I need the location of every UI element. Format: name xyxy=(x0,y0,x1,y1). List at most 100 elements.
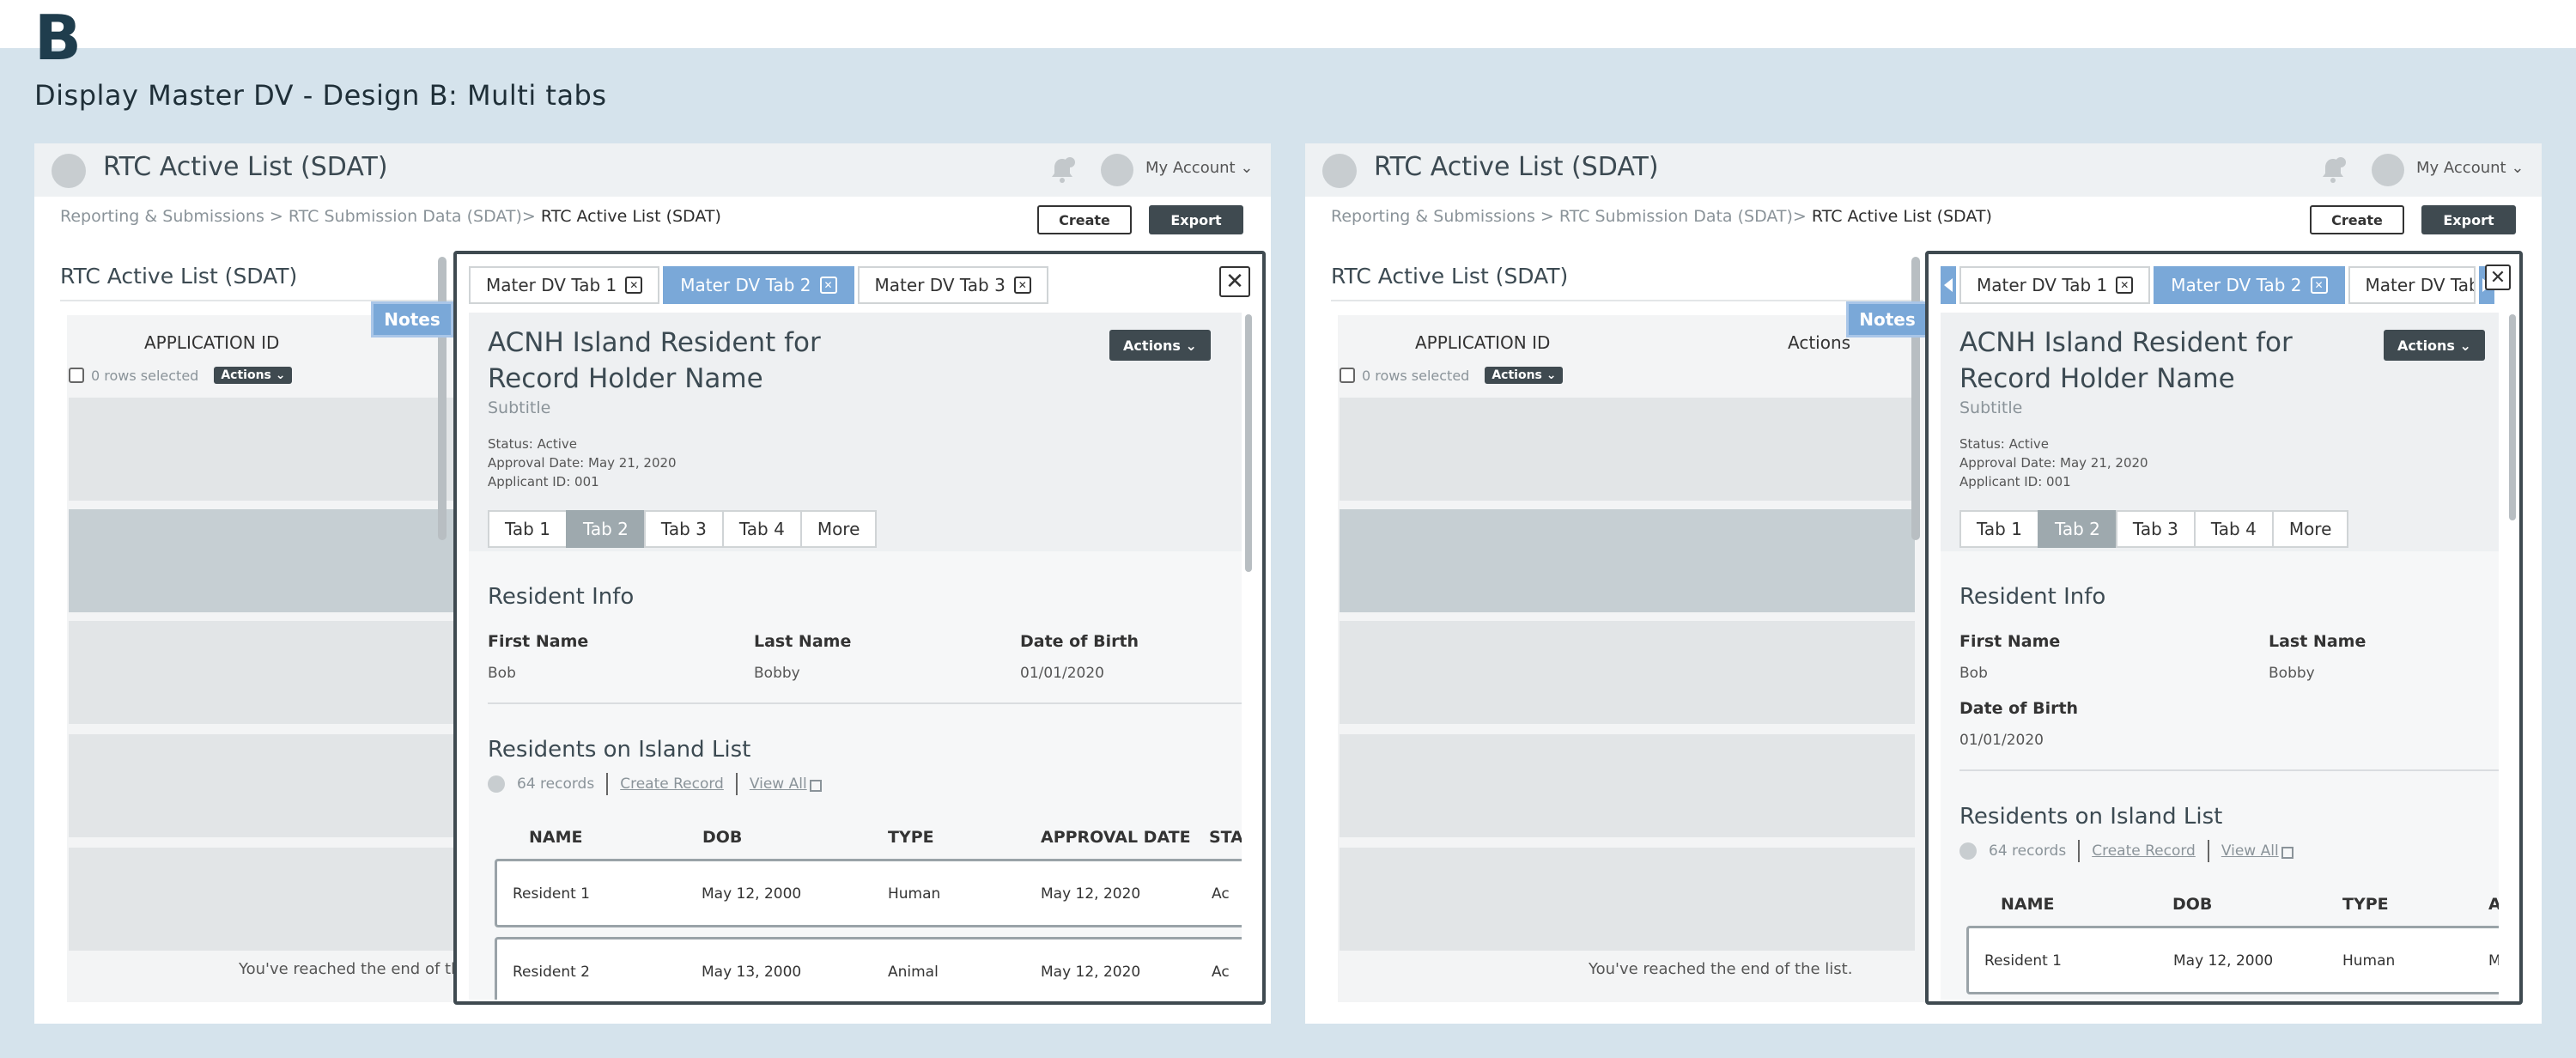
residents-list-title: Residents on Island List xyxy=(1959,804,2223,830)
app-title: RTC Active List (SDAT) xyxy=(103,152,388,182)
dv-scrollbar[interactable] xyxy=(1245,314,1252,572)
cell-name: Resident 1 xyxy=(513,885,590,903)
dv-tab-3[interactable]: Mater DV Tab 3 ✕ xyxy=(857,266,1048,304)
bulk-actions-button[interactable]: Actions ⌄ xyxy=(214,367,293,384)
breadcrumb-path[interactable]: Reporting & Submissions > RTC Submission… xyxy=(60,207,536,226)
dv-header: ACNH Island Resident for Record Holder N… xyxy=(1941,313,2499,551)
select-all-checkbox[interactable] xyxy=(69,368,84,383)
create-record-link[interactable]: Create Record xyxy=(620,775,724,793)
dv-tab-2[interactable]: Mater DV Tab 2 ✕ xyxy=(663,266,854,304)
avatar[interactable] xyxy=(2372,154,2404,186)
close-dv-button[interactable]: ✕ xyxy=(2485,264,2511,290)
notes-tab[interactable]: Notes xyxy=(1846,301,1929,337)
dv-actions-button[interactable]: Actions ⌄ xyxy=(2384,330,2485,361)
column-name[interactable]: NAME xyxy=(529,828,583,847)
view-all-link[interactable]: View All xyxy=(750,775,807,793)
my-account-menu[interactable]: My Account ⌄ xyxy=(1145,159,1253,177)
list-item[interactable] xyxy=(69,848,464,951)
column-actions[interactable]: Actions xyxy=(1788,332,1850,353)
subtab-2[interactable]: Tab 2 xyxy=(565,510,646,548)
dv-tab-1[interactable]: Mater DV Tab 1 ✕ xyxy=(1959,266,2151,304)
dob-value: 01/01/2020 xyxy=(1020,665,1104,682)
tab-scroll-left[interactable] xyxy=(1941,266,1956,304)
close-icon[interactable]: ✕ xyxy=(2310,277,2328,294)
subtab-more[interactable]: More xyxy=(799,510,878,548)
create-button[interactable]: Create xyxy=(2310,205,2404,234)
close-dv-button[interactable]: ✕ xyxy=(1219,266,1250,297)
app-header: RTC Active List (SDAT) My Account ⌄ xyxy=(1305,143,2542,197)
subtab-4[interactable]: Tab 4 xyxy=(2193,510,2274,548)
list-title: RTC Active List (SDAT) xyxy=(60,264,298,289)
close-icon[interactable]: ✕ xyxy=(819,277,837,294)
list-item[interactable] xyxy=(69,734,464,837)
dv-tab-bar: Mater DV Tab 1 ✕ Mater DV Tab 2 ✕ Mater DV… xyxy=(1941,266,2494,304)
my-account-label: My Account xyxy=(2416,159,2506,177)
list-item[interactable] xyxy=(1340,398,1915,501)
list-scrollbar[interactable] xyxy=(1911,257,1920,540)
breadcrumb-path[interactable]: Reporting & Submissions > RTC Submission… xyxy=(1331,207,1807,226)
view-all-link[interactable]: View All xyxy=(2221,842,2279,860)
list-item[interactable] xyxy=(1340,621,1915,724)
avatar[interactable] xyxy=(1101,154,1133,186)
dv-scrollbar[interactable] xyxy=(2509,314,2516,520)
table-row[interactable]: Resident 1 May 12, 2000 Human May 12, 20… xyxy=(495,859,1242,927)
export-button[interactable]: Export xyxy=(1149,205,1243,234)
notes-tab[interactable]: Notes xyxy=(371,301,453,337)
list-item-selected[interactable] xyxy=(1340,509,1915,612)
subtab-1[interactable]: Tab 1 xyxy=(488,510,568,548)
dv-actions-button[interactable]: Actions ⌄ xyxy=(1109,330,1211,361)
cell-dob: May 12, 2000 xyxy=(2173,952,2274,970)
column-type[interactable]: TYPE xyxy=(888,828,934,847)
dob-value: 01/01/2020 xyxy=(1959,732,2044,749)
close-icon[interactable]: ✕ xyxy=(1013,277,1031,294)
create-button[interactable]: Create xyxy=(1037,205,1132,234)
dv-tab-label: Mater DV Tab 1 xyxy=(486,275,617,295)
column-name[interactable]: NAME xyxy=(2001,895,2055,914)
list-scrollbar[interactable] xyxy=(438,257,447,540)
subtab-3[interactable]: Tab 3 xyxy=(2115,510,2196,548)
cell-approval: May 12, 2020 xyxy=(1041,885,1141,903)
cell-status: Ac xyxy=(1212,885,1230,903)
subtab-4[interactable]: Tab 4 xyxy=(721,510,802,548)
list-item[interactable] xyxy=(1340,734,1915,837)
detail-view: Mater DV Tab 1 ✕ Mater DV Tab 2 ✕ Mater DV… xyxy=(453,251,1266,1005)
breadcrumb-current: RTC Active List (SDAT) xyxy=(535,207,721,226)
list-item[interactable] xyxy=(69,398,464,501)
close-icon[interactable]: ✕ xyxy=(2116,277,2134,294)
my-account-menu[interactable]: My Account ⌄ xyxy=(2416,159,2524,177)
dv-tab-3[interactable]: Mater DV Tab xyxy=(2348,266,2476,304)
dv-title: ACNH Island Resident for Record Holder N… xyxy=(488,327,821,394)
column-application-id[interactable]: APPLICATION ID xyxy=(1415,332,1550,353)
list-item[interactable] xyxy=(69,621,464,724)
bell-icon[interactable] xyxy=(1048,155,1077,185)
separator xyxy=(606,773,609,795)
list-item[interactable] xyxy=(1340,848,1915,951)
column-type[interactable]: TYPE xyxy=(2342,895,2389,914)
export-button[interactable]: Export xyxy=(2421,205,2516,234)
subtab-1[interactable]: Tab 1 xyxy=(1959,510,2039,548)
design-letter: B xyxy=(34,2,82,74)
subtab-more[interactable]: More xyxy=(2271,510,2349,548)
dv-tab-2[interactable]: Mater DV Tab 2 ✕ xyxy=(2154,266,2345,304)
approval-date-text: Approval Date: May 21, 2020 xyxy=(1959,455,2148,471)
column-dob[interactable]: DOB xyxy=(702,828,742,847)
section-divider xyxy=(488,702,1242,704)
create-record-link[interactable]: Create Record xyxy=(2092,842,2196,860)
dv-tab-1[interactable]: Mater DV Tab 1 ✕ xyxy=(469,266,660,304)
list-item-selected[interactable] xyxy=(69,509,464,612)
column-status[interactable]: STA xyxy=(1209,828,1242,847)
dv-tab-bar: Mater DV Tab 1 ✕ Mater DV Tab 2 ✕ Mater DV… xyxy=(469,266,1048,304)
last-name-label: Last Name xyxy=(2269,632,2366,651)
table-row[interactable]: Resident 1 May 12, 2000 Human M xyxy=(1966,926,2499,994)
column-approval-date[interactable]: A xyxy=(2488,895,2499,914)
close-icon[interactable]: ✕ xyxy=(625,277,643,294)
column-application-id[interactable]: APPLICATION ID xyxy=(144,332,279,353)
bulk-actions-button[interactable]: Actions ⌄ xyxy=(1485,367,1564,384)
table-row[interactable]: Resident 2 May 13, 2000 Animal May 12, 2… xyxy=(495,937,1242,1000)
subtab-3[interactable]: Tab 3 xyxy=(643,510,724,548)
column-dob[interactable]: DOB xyxy=(2172,895,2212,914)
column-approval-date[interactable]: APPROVAL DATE xyxy=(1041,828,1191,847)
subtab-2[interactable]: Tab 2 xyxy=(2037,510,2117,548)
select-all-checkbox[interactable] xyxy=(1340,368,1355,383)
bell-icon[interactable] xyxy=(2318,155,2348,185)
